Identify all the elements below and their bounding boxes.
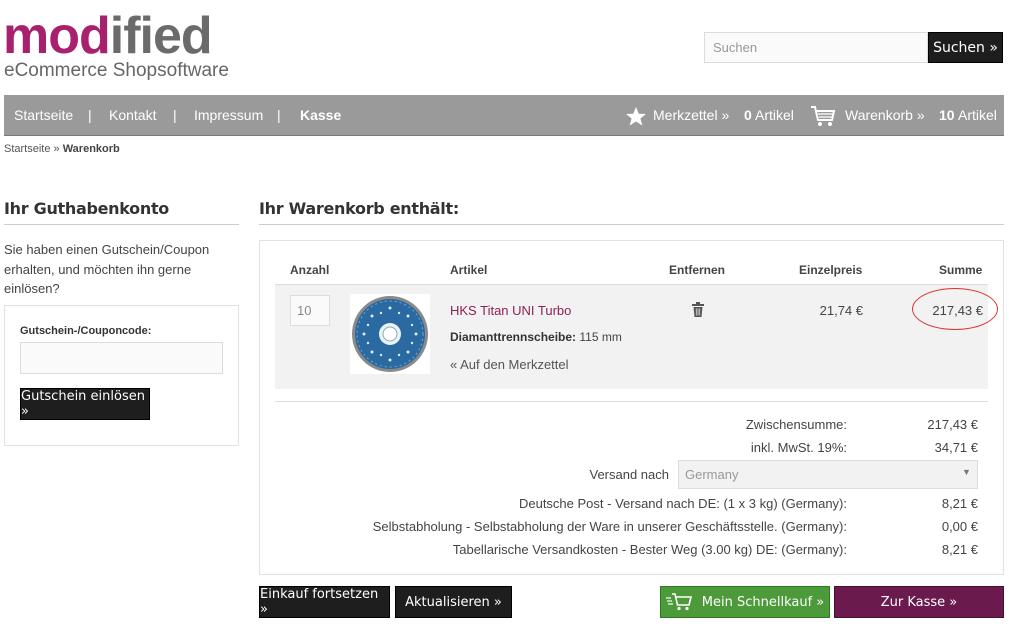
cart-count: 10 bbox=[939, 107, 955, 123]
unit-price: 21,74 € bbox=[819, 303, 863, 318]
search-input[interactable] bbox=[704, 32, 928, 63]
breadcrumb: Startseite » Warenkorb bbox=[4, 143, 120, 155]
product-name-link[interactable]: HKS Titan UNI Turbo bbox=[450, 303, 571, 318]
update-cart-button[interactable]: Aktualisieren » bbox=[395, 586, 512, 618]
cart-unit: Artikel bbox=[958, 107, 997, 123]
header-article: Artikel bbox=[450, 263, 488, 277]
breadcrumb-separator: » bbox=[50, 143, 63, 155]
product-attribute: Diamanttrennscheibe: 115 mm bbox=[450, 330, 622, 344]
shipping-option-value: 8,21 € bbox=[941, 542, 978, 557]
logo-text-ified: ified bbox=[109, 7, 213, 65]
nav-kasse[interactable]: Kasse bbox=[300, 95, 341, 136]
nav-impressum[interactable]: Impressum bbox=[194, 95, 263, 136]
search-button[interactable]: Suchen » bbox=[928, 32, 1003, 63]
shipping-country-select[interactable]: Germany bbox=[678, 460, 978, 489]
logo[interactable]: modified bbox=[3, 7, 213, 65]
nav-kontakt[interactable]: Kontakt bbox=[109, 95, 156, 136]
divider bbox=[259, 224, 1004, 225]
move-to-wishlist-link[interactable]: « Auf den Merkzettel bbox=[450, 357, 569, 372]
divider bbox=[4, 224, 239, 225]
cart-title: Ihr Warenkorb enthält: bbox=[259, 199, 459, 218]
coupon-code-input[interactable] bbox=[20, 342, 223, 374]
nav-separator: | bbox=[88, 107, 92, 123]
logo-text-mod: mod bbox=[3, 7, 111, 65]
shipping-option-label: Deutsche Post - Versand nach DE: (1 x 3 … bbox=[518, 496, 847, 511]
express-checkout-button[interactable]: Mein Schnellkauf » bbox=[660, 586, 830, 618]
star-icon[interactable] bbox=[625, 106, 647, 126]
nav-separator: | bbox=[277, 107, 281, 123]
chevron-down-icon: ▼ bbox=[962, 467, 971, 477]
attribute-label: Diamanttrennscheibe: bbox=[450, 330, 577, 344]
shipping-option-value: 8,21 € bbox=[941, 496, 978, 511]
nav-startseite[interactable]: Startseite bbox=[14, 95, 73, 136]
breadcrumb-home[interactable]: Startseite bbox=[4, 143, 50, 155]
nav-wishlist-link[interactable]: Merkzettel » bbox=[653, 95, 729, 136]
coupon-field-label: Gutschein-/Couponcode: bbox=[20, 325, 152, 337]
header-sum: Summe bbox=[939, 263, 983, 277]
coupon-description: Sie haben einen Gutschein/Coupon erhalte… bbox=[4, 242, 210, 296]
wishlist-count: 0 bbox=[744, 107, 752, 123]
nav-cart-link[interactable]: Warenkorb » bbox=[845, 95, 925, 136]
quantity-input[interactable]: 10 bbox=[290, 295, 330, 326]
nav-separator: | bbox=[173, 107, 177, 123]
logo-tagline: eCommerce Shopsoftware bbox=[4, 60, 229, 81]
vat-label: inkl. MwSt. 19%: bbox=[750, 440, 847, 455]
shopping-cart-icon[interactable] bbox=[810, 105, 836, 127]
header-qty: Anzahl bbox=[290, 263, 330, 277]
redeem-coupon-button[interactable]: Gutschein einlösen » bbox=[20, 388, 150, 420]
subtotal-label: Zwischensumme: bbox=[745, 417, 847, 432]
trash-icon[interactable] bbox=[692, 302, 704, 317]
vat-value: 34,71 € bbox=[934, 440, 978, 455]
main-navbar: Startseite | Kontakt | Impressum | Kasse… bbox=[4, 95, 1004, 136]
shipping-option-label: Tabellarische Versandkosten - Bester Weg… bbox=[452, 542, 847, 557]
wishlist-unit: Artikel bbox=[755, 107, 794, 123]
shipping-option-label: Selbstabholung - Selbstabholung der Ware… bbox=[372, 519, 847, 534]
highlight-circle bbox=[912, 288, 998, 330]
express-checkout-label: Mein Schnellkauf » bbox=[701, 594, 825, 610]
divider bbox=[275, 401, 988, 402]
subtotal-value: 217,43 € bbox=[927, 417, 978, 432]
header-unit-price: Einzelpreis bbox=[799, 263, 863, 277]
express-cart-icon bbox=[665, 593, 692, 611]
header-remove: Entfernen bbox=[669, 263, 726, 277]
checkout-button[interactable]: Zur Kasse » bbox=[834, 586, 1004, 618]
shipping-to-label: Versand nach bbox=[589, 467, 669, 482]
breadcrumb-current: Warenkorb bbox=[62, 143, 120, 155]
attribute-value: 115 mm bbox=[576, 330, 622, 344]
continue-shopping-button[interactable]: Einkauf fortsetzen » bbox=[259, 586, 390, 618]
coupon-section-title: Ihr Guthabenkonto bbox=[4, 199, 169, 218]
shipping-option-value: 0,00 € bbox=[941, 519, 978, 534]
product-image[interactable] bbox=[350, 294, 430, 374]
